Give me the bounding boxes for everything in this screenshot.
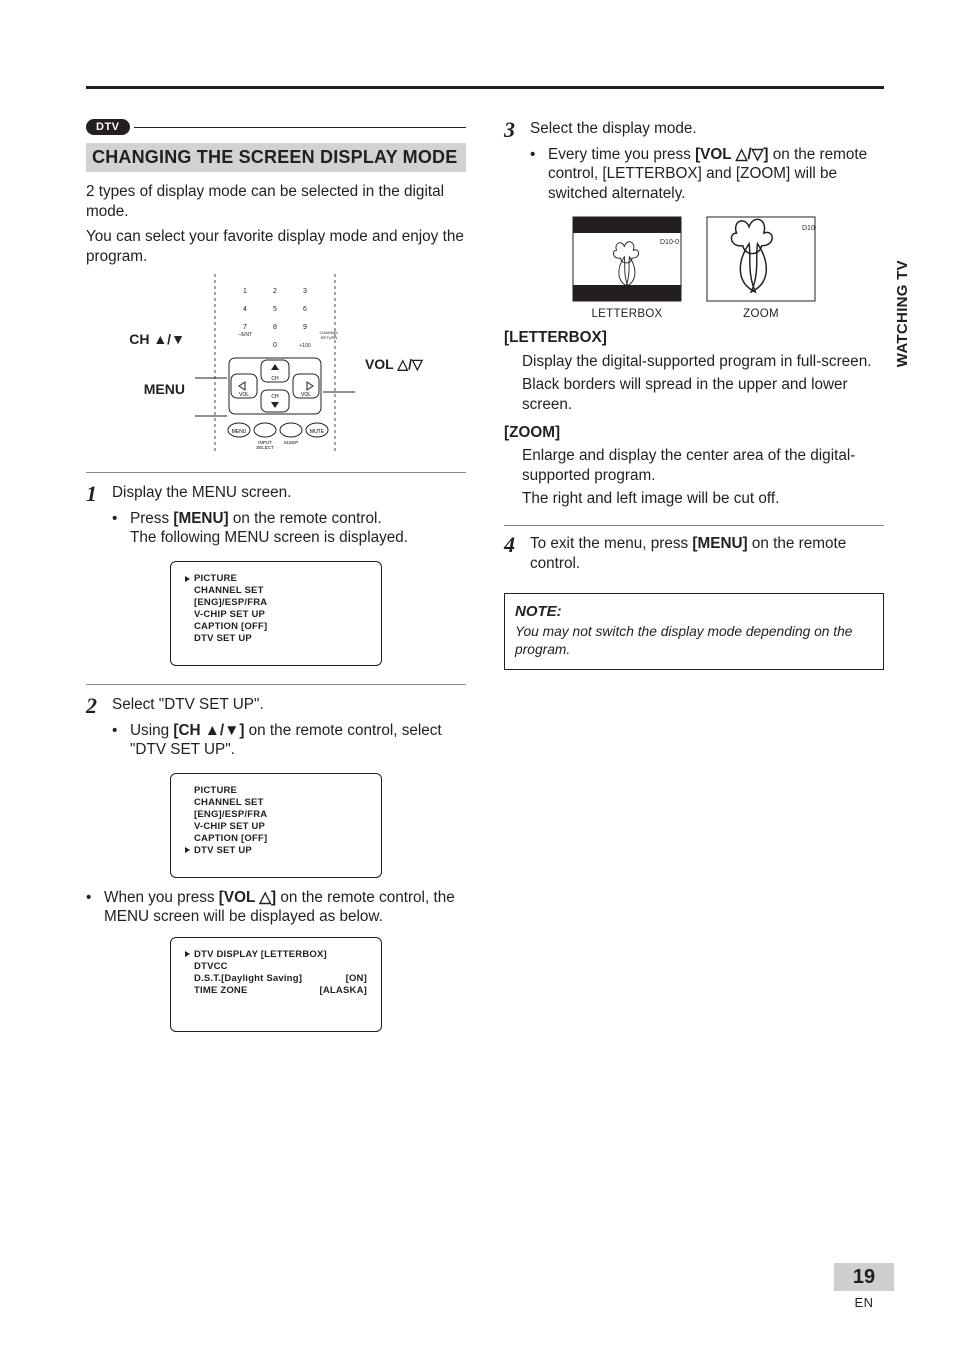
- svg-text:8: 8: [273, 324, 277, 331]
- letterbox-desc-2: Black borders will spread in the upper a…: [522, 375, 884, 414]
- svg-text:6: 6: [303, 306, 307, 313]
- left-column: DTV CHANGING THE SCREEN DISPLAY MODE 2 t…: [86, 119, 466, 1036]
- svg-text:5: 5: [273, 306, 277, 313]
- remote-ch-label: CH ▲/▼: [129, 331, 185, 347]
- svg-text:D10-0: D10-0: [802, 225, 816, 232]
- step-1-title: Display the MENU screen.: [112, 483, 466, 503]
- svg-text:4: 4: [243, 306, 247, 313]
- svg-text:0: 0: [273, 342, 277, 349]
- right-column: 3 Select the display mode. •Every time y…: [504, 119, 884, 1036]
- svg-text:D10-0: D10-0: [660, 239, 679, 246]
- step-2-title: Select "DTV SET UP".: [112, 695, 466, 715]
- step-4-number: 4: [504, 534, 520, 579]
- step-3: 3 Select the display mode. •Every time y…: [504, 119, 884, 206]
- note-box: NOTE: You may not switch the display mod…: [504, 593, 884, 670]
- svg-text:CH: CH: [271, 376, 279, 382]
- svg-text:3: 3: [303, 288, 307, 295]
- heading-bar: CHANGING THE SCREEN DISPLAY MODE: [86, 143, 466, 172]
- svg-text:+100: +100: [299, 343, 310, 349]
- zoom-graphic: D10-0 ZOOM: [706, 216, 816, 320]
- intro-paragraph-1: 2 types of display mode can be selected …: [86, 182, 466, 221]
- menu-screen-2: PICTURE CHANNEL SET [ENG]/ESP/FRA V-CHIP…: [170, 773, 382, 878]
- display-mode-graphics: D10-0 LETTERBOX D10-0 ZOOM: [504, 216, 884, 320]
- menu-screen-1: PICTURE CHANNEL SET [ENG]/ESP/FRA V-CHIP…: [170, 561, 382, 666]
- svg-text:RETURN: RETURN: [321, 335, 338, 340]
- step-1-number: 1: [86, 483, 102, 551]
- step-2: 2 Select "DTV SET UP". •Using [CH ▲/▼] o…: [86, 684, 466, 763]
- svg-text:SELECT: SELECT: [256, 445, 274, 450]
- note-body: You may not switch the display mode depe…: [515, 623, 873, 658]
- svg-text:–/ENT: –/ENT: [238, 332, 252, 338]
- side-tab: WATCHING TV: [894, 260, 911, 367]
- remote-diagram: CH ▲/▼ MENU 1 2 3: [86, 274, 466, 454]
- letterbox-caption: LETTERBOX: [572, 308, 682, 320]
- svg-text:7: 7: [243, 324, 247, 331]
- svg-text:VOL: VOL: [301, 392, 311, 398]
- page-lang: EN: [834, 1295, 894, 1310]
- letterbox-desc-1: Display the digital-supported program in…: [522, 352, 884, 372]
- remote-menu-label: MENU: [144, 381, 185, 397]
- svg-text:VOL: VOL: [239, 392, 249, 398]
- step-4: 4 To exit the menu, press [MENU] on the …: [504, 525, 884, 579]
- zoom-desc-2: The right and left image will be cut off…: [522, 489, 884, 509]
- svg-text:MUTE: MUTE: [310, 429, 325, 435]
- step-1-bullet: Press [MENU] on the remote control.The f…: [130, 509, 408, 548]
- step-2-number: 2: [86, 695, 102, 763]
- zoom-desc-1: Enlarge and display the center area of t…: [522, 446, 884, 485]
- tag-line: [134, 127, 467, 128]
- svg-text:2: 2: [273, 288, 277, 295]
- step-4-text: To exit the menu, press [MENU] on the re…: [530, 534, 884, 573]
- step-2b-bullet: When you press [VOL △] on the remote con…: [104, 888, 466, 927]
- step-2-bullet: Using [CH ▲/▼] on the remote control, se…: [130, 721, 466, 760]
- intro-paragraph-2: You can select your favorite display mod…: [86, 227, 466, 266]
- page-number: 19: [834, 1263, 894, 1291]
- note-heading: NOTE:: [515, 602, 873, 621]
- remote-vol-label: VOL △/▽: [365, 356, 423, 373]
- letterbox-title: [LETTERBOX]: [504, 328, 884, 348]
- step-1: 1 Display the MENU screen. •Press [MENU]…: [86, 472, 466, 551]
- letterbox-graphic: D10-0 LETTERBOX: [572, 216, 682, 320]
- remote-svg: 1 2 3 4 5 6 7 8 9: [195, 274, 355, 454]
- top-rule: [86, 86, 884, 89]
- page-number-box: 19 EN: [834, 1263, 894, 1310]
- svg-text:CH: CH: [271, 394, 279, 400]
- page-title: CHANGING THE SCREEN DISPLAY MODE: [92, 147, 460, 168]
- svg-text:MENU: MENU: [232, 429, 247, 435]
- svg-text:1: 1: [243, 288, 247, 295]
- svg-text:SLEEP: SLEEP: [284, 440, 299, 445]
- zoom-title: [ZOOM]: [504, 423, 884, 443]
- zoom-caption: ZOOM: [706, 308, 816, 320]
- step-3-bullet: Every time you press [VOL △/▽] on the re…: [548, 145, 884, 204]
- dtv-tag: DTV: [86, 119, 130, 135]
- menu-screen-3: DTV DISPLAY [LETTERBOX] DTVCC D.S.T.[Day…: [170, 937, 382, 1032]
- step-3-number: 3: [504, 119, 520, 206]
- section-tag-row: DTV: [86, 119, 466, 135]
- step-3-title: Select the display mode.: [530, 119, 884, 139]
- svg-text:9: 9: [303, 324, 307, 331]
